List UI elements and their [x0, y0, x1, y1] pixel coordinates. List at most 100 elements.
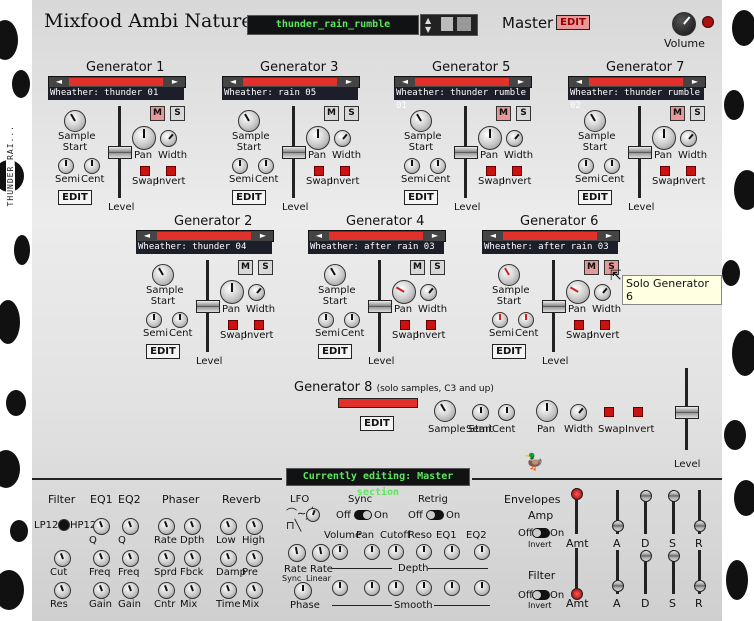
gen5-cent-knob[interactable] — [172, 312, 188, 328]
env-filter-d-fader[interactable] — [640, 550, 652, 594]
gen1-sample-bar[interactable] — [69, 78, 163, 86]
gen1-invert-toggle[interactable] — [166, 166, 176, 176]
env-amp-r-fader-cap[interactable] — [694, 520, 706, 532]
eq2-q-knob[interactable] — [122, 518, 139, 535]
lfo-depth-knob-3[interactable] — [416, 544, 432, 560]
preset-up-down-icon[interactable]: ▲ ▼ — [425, 16, 431, 34]
gen1-sample-start-knob[interactable] — [64, 110, 86, 132]
gen8-invert-toggle[interactable] — [633, 407, 643, 417]
gen1-pan-knob[interactable] — [132, 126, 156, 150]
gen2-level-cap[interactable] — [282, 146, 306, 159]
env-filter-s-fader[interactable] — [668, 550, 680, 594]
gen2-cent-knob[interactable] — [258, 158, 274, 174]
env-filter-r-fader[interactable] — [694, 550, 706, 594]
filter-mode-switch[interactable] — [58, 519, 70, 531]
gen4-prev-icon[interactable]: ◄ — [571, 77, 587, 87]
env-amp-a-fader-cap[interactable] — [612, 520, 624, 532]
gen1-next-icon[interactable]: ► — [167, 77, 183, 87]
lfo-depth-knob-5[interactable] — [474, 544, 490, 560]
gen7-level-fader[interactable] — [542, 260, 566, 352]
gen8-level-fader[interactable] — [675, 368, 699, 450]
reverb-predelay-knob[interactable] — [246, 550, 263, 567]
gen7-prev-icon[interactable]: ◄ — [485, 231, 501, 241]
env-amp-s-fader[interactable] — [668, 490, 680, 534]
gen2-next-icon[interactable]: ► — [341, 77, 357, 87]
gen6-invert-toggle[interactable] — [426, 320, 436, 330]
eq1-gain-knob[interactable] — [93, 582, 110, 599]
lfo-shape-knob[interactable] — [306, 508, 320, 522]
env-filter-amt-fader[interactable] — [571, 548, 583, 600]
gen1-prev-icon[interactable]: ◄ — [51, 77, 67, 87]
reverb-time-knob[interactable] — [220, 582, 237, 599]
env-filter-a-fader-cap[interactable] — [612, 580, 624, 592]
lfo-depth-knob-1[interactable] — [364, 544, 380, 560]
gen5-edit-button[interactable]: EDIT — [146, 344, 180, 359]
env-amp-invert-toggle[interactable] — [532, 528, 550, 538]
eq2-freq-knob[interactable] — [122, 550, 139, 567]
env-amp-d-fader-cap[interactable] — [640, 490, 652, 502]
gen3-swap-toggle[interactable] — [486, 166, 496, 176]
gen8-sample-bar[interactable] — [338, 398, 418, 408]
lfo-depth-knob-0[interactable] — [332, 544, 348, 560]
gen6-mute-button[interactable]: M — [410, 260, 425, 275]
gen5-mute-button[interactable]: M — [238, 260, 253, 275]
env-amp-amt-fader-cap[interactable] — [571, 488, 583, 500]
gen2-edit-button[interactable]: EDIT — [232, 190, 266, 205]
gen6-next-icon[interactable]: ► — [427, 231, 443, 241]
filter-resonance-knob[interactable] — [54, 582, 71, 599]
gen3-width-knob[interactable] — [506, 130, 523, 147]
gen5-width-knob[interactable] — [248, 284, 265, 301]
gen4-next-icon[interactable]: ► — [687, 77, 703, 87]
gen4-sample-bar[interactable] — [589, 78, 683, 86]
eq1-freq-knob[interactable] — [93, 550, 110, 567]
lfo-smooth-knob-1[interactable] — [364, 580, 380, 596]
gen5-pan-knob[interactable] — [220, 280, 244, 304]
gen4-solo-button[interactable]: S — [690, 106, 705, 121]
gen5-swap-toggle[interactable] — [228, 320, 238, 330]
gen6-semi-knob[interactable] — [318, 312, 334, 328]
env-amp-d-fader[interactable] — [640, 490, 652, 534]
reverb-low-knob[interactable] — [220, 518, 237, 535]
open-folder-icon[interactable] — [441, 17, 453, 31]
gen6-sample-start-knob[interactable] — [324, 264, 346, 286]
gen2-solo-button[interactable]: S — [344, 106, 359, 121]
gen1-solo-button[interactable]: S — [170, 106, 185, 121]
gen5-solo-button[interactable]: S — [258, 260, 273, 275]
gen4-edit-button[interactable]: EDIT — [578, 190, 612, 205]
gen2-invert-toggle[interactable] — [340, 166, 350, 176]
gen3-prev-icon[interactable]: ◄ — [397, 77, 413, 87]
gen8-swap-toggle[interactable] — [604, 407, 614, 417]
gen5-prev-icon[interactable]: ◄ — [139, 231, 155, 241]
lfo-rate-sync-knob[interactable] — [288, 544, 306, 562]
reverb-damp-knob[interactable] — [220, 550, 237, 567]
gen1-cent-knob[interactable] — [84, 158, 100, 174]
power-icon[interactable] — [702, 16, 714, 28]
phaser-depth-knob[interactable] — [184, 518, 201, 535]
gen8-semi-knob[interactable] — [472, 404, 489, 421]
gen6-prev-icon[interactable]: ◄ — [311, 231, 327, 241]
gen3-pan-knob[interactable] — [478, 126, 502, 150]
gen3-level-cap[interactable] — [454, 146, 478, 159]
lfo-smooth-knob-2[interactable] — [388, 580, 404, 596]
gen7-semi-knob[interactable] — [492, 312, 508, 328]
gen4-invert-toggle[interactable] — [686, 166, 696, 176]
gen4-semi-knob[interactable] — [578, 158, 594, 174]
gen2-semi-knob[interactable] — [232, 158, 248, 174]
lfo-smooth-knob-4[interactable] — [444, 580, 460, 596]
gen1-width-knob[interactable] — [160, 130, 177, 147]
gen5-level-cap[interactable] — [196, 300, 220, 313]
gen7-level-cap[interactable] — [542, 300, 566, 313]
gen7-cent-knob[interactable] — [518, 312, 534, 328]
gen6-cent-knob[interactable] — [344, 312, 360, 328]
phaser-center-knob[interactable] — [158, 582, 175, 599]
gen8-level-cap[interactable] — [675, 406, 699, 419]
reverb-high-knob[interactable] — [246, 518, 263, 535]
gen7-swap-toggle[interactable] — [574, 320, 584, 330]
eq1-q-knob[interactable] — [93, 518, 110, 535]
phaser-rate-knob[interactable] — [158, 518, 175, 535]
env-filter-r-fader-cap[interactable] — [694, 580, 706, 592]
gen2-level-fader[interactable] — [282, 106, 306, 198]
gen4-swap-toggle[interactable] — [660, 166, 670, 176]
phaser-feedback-knob[interactable] — [184, 550, 201, 567]
gen2-swap-toggle[interactable] — [314, 166, 324, 176]
